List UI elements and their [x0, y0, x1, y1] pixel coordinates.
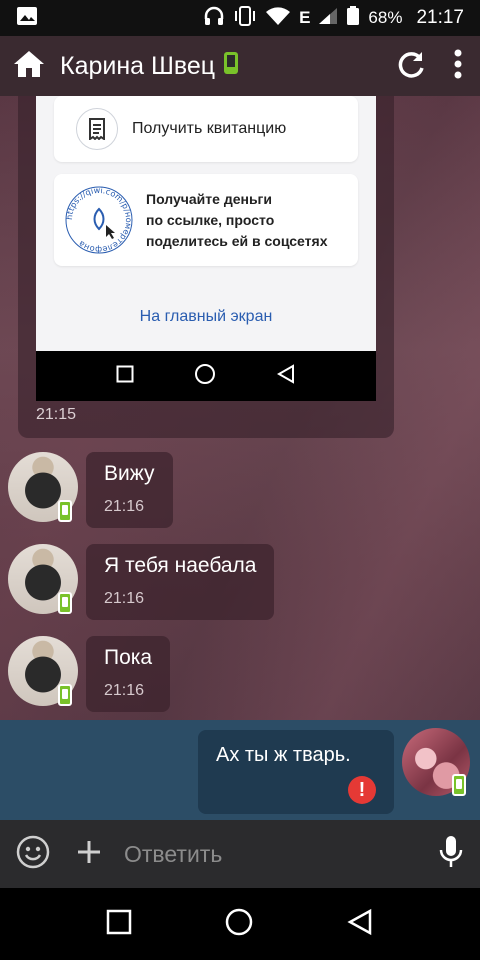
circle-icon — [194, 363, 216, 390]
receipt-icon — [76, 108, 118, 150]
square-icon — [116, 365, 134, 388]
status-clock: 21:17 — [416, 7, 464, 28]
share-line-3: поделитесь ей в соцсетях — [146, 232, 328, 249]
incoming-message[interactable]: Я тебя наебала 21:16 — [0, 544, 480, 628]
home-button-icon[interactable] — [224, 907, 254, 942]
chat-history[interactable]: Получить квитанцию https://qiwi.com/p/но… — [0, 96, 480, 820]
microphone-icon[interactable] — [438, 835, 464, 874]
contact-name: Карина Швец — [60, 51, 216, 80]
message-text: Пока — [104, 646, 153, 669]
triangle-back-icon — [276, 363, 296, 389]
headphones-icon — [203, 5, 225, 32]
incoming-message[interactable]: Пока 21:16 — [0, 636, 480, 720]
recent-apps-icon[interactable] — [106, 909, 132, 940]
message-text: Ах ты ж тварь. — [216, 744, 351, 766]
online-mobile-icon — [58, 500, 72, 522]
home-screen-link: На главный экран — [139, 308, 273, 325]
screenshot-nav-bar — [36, 351, 376, 401]
message-text: Вижу — [104, 462, 155, 485]
message-time: 21:16 — [104, 498, 145, 515]
emoji-icon[interactable] — [16, 835, 50, 874]
share-line-2: по ссылке, просто — [146, 211, 275, 228]
message-time: 21:16 — [104, 590, 145, 607]
app-bar: Карина Швец — [0, 36, 480, 96]
home-icon[interactable] — [12, 49, 46, 84]
link-sticker: https://qiwi.com/p/номертелефона — [62, 183, 136, 257]
message-time: 21:15 — [36, 406, 77, 423]
share-link-card: https://qiwi.com/p/номертелефона Получай… — [54, 174, 358, 266]
online-mobile-icon — [58, 592, 72, 614]
chat-title: Карина Швец — [60, 51, 396, 82]
refresh-icon[interactable] — [396, 49, 426, 84]
outgoing-message[interactable]: Ах ты ж тварь. ! — [0, 720, 480, 820]
message-bubble[interactable]: Пока 21:16 — [86, 636, 171, 712]
message-text: Я тебя наебала — [104, 554, 257, 577]
message-bubble[interactable]: Ах ты ж тварь. ! — [198, 730, 394, 814]
share-link-text: Получайте деньги по ссылке, просто подел… — [146, 189, 327, 252]
battery-percent: 68% — [368, 8, 403, 27]
wifi-icon — [265, 6, 291, 31]
status-bar: E 68% 21:17 — [0, 0, 480, 36]
message-time: 21:16 — [104, 682, 145, 699]
system-navigation-bar — [0, 888, 480, 960]
message-bubble[interactable]: Вижу 21:16 — [86, 452, 173, 528]
reply-input[interactable]: Ответить — [124, 841, 438, 868]
online-mobile-icon — [452, 774, 466, 796]
message-composer: Ответить — [0, 820, 480, 888]
send-error-icon[interactable]: ! — [348, 776, 376, 804]
message-bubble[interactable]: Я тебя наебала 21:16 — [86, 544, 275, 620]
receipt-card: Получить квитанцию — [54, 96, 358, 162]
signal-icon — [318, 7, 338, 30]
incoming-message[interactable]: Вижу 21:16 — [0, 452, 480, 536]
image-icon — [16, 6, 38, 31]
online-mobile-icon — [58, 684, 72, 706]
online-mobile-icon — [223, 51, 239, 82]
battery-icon — [346, 5, 360, 31]
more-vertical-icon[interactable] — [454, 49, 462, 84]
add-attachment-icon[interactable] — [76, 839, 102, 870]
receipt-label: Получить квитанцию — [132, 120, 287, 137]
vibrate-icon — [233, 5, 257, 32]
share-line-1: Получайте деньги — [146, 190, 272, 207]
network-type-label: E — [299, 8, 311, 27]
back-icon[interactable] — [346, 908, 374, 941]
